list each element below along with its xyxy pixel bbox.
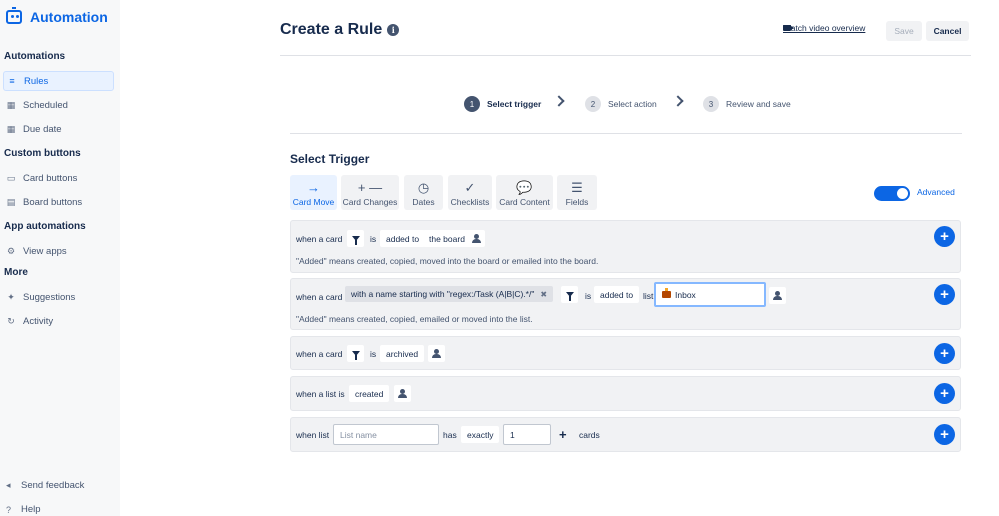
add-trigger-button[interactable]: + (934, 226, 955, 247)
rule-list-has-cards[interactable]: when list List name has exactly 1 + card… (290, 417, 961, 452)
plus-minus-icon: + — (357, 180, 383, 195)
send-feedback-link[interactable]: ◂ Send feedback (6, 480, 84, 491)
refresh-icon: ↻ (7, 315, 15, 326)
rule-card-archived[interactable]: when a card is archived + (290, 336, 961, 370)
step-select-action[interactable]: 2 Select action (585, 96, 657, 112)
target-select[interactable]: the board (423, 230, 471, 247)
comment-icon: 💬 (516, 180, 533, 195)
increment-icon[interactable]: + (559, 427, 567, 442)
card-icon: ▭ (6, 172, 16, 183)
qualifier-select[interactable]: exactly (461, 426, 500, 443)
count-input[interactable]: 1 (503, 424, 551, 445)
advanced-label[interactable]: Advanced (917, 187, 955, 197)
checkmark-icon: ✓ (464, 180, 476, 195)
filter-icon (351, 351, 360, 360)
board-icon: ▤ (6, 196, 16, 207)
select-trigger-heading: Select Trigger (290, 152, 370, 166)
add-trigger-button[interactable]: + (934, 383, 955, 404)
action-select[interactable]: added to (594, 286, 640, 303)
add-trigger-button[interactable]: + (934, 284, 955, 305)
inbox-icon (662, 288, 671, 298)
sliders-icon: ≡ (9, 76, 15, 86)
sidebar-item-card-buttons[interactable]: ▭ Card buttons (3, 168, 114, 188)
sidebar: Automation Automations ≡ Rules ▦ Schedul… (0, 0, 120, 516)
page-title: Create a Rule i (280, 21, 400, 39)
clock-icon: ◷ (417, 180, 430, 195)
sidebar-item-board-buttons[interactable]: ▤ Board buttons (3, 192, 114, 212)
tab-fields[interactable]: ☰ Fields (557, 175, 597, 210)
calendar-clock-icon: ▦ (6, 123, 16, 134)
user-filter-button[interactable] (468, 230, 485, 247)
tab-card-move[interactable]: → Card Move (290, 175, 337, 210)
list-icon: ☰ (571, 180, 583, 195)
person-icon (472, 234, 481, 243)
chevron-right-icon (672, 95, 684, 107)
list-select[interactable]: Inbox (654, 282, 766, 307)
watch-video-link[interactable]: Watch video overview (783, 23, 865, 33)
filter-icon (351, 236, 360, 245)
advanced-toggle[interactable] (874, 186, 910, 201)
tab-checklists[interactable]: ✓ Checklists (448, 175, 492, 210)
action-select[interactable]: created (349, 385, 390, 402)
rule-list-created[interactable]: when a list is created + (290, 376, 961, 411)
sidebar-item-due-date[interactable]: ▦ Due date (3, 119, 114, 139)
info-icon[interactable]: i (387, 24, 400, 36)
cancel-button[interactable]: Cancel (926, 21, 969, 41)
section-automations: Automations (4, 51, 66, 62)
sidebar-item-suggestions[interactable]: ✦ Suggestions (3, 287, 114, 307)
sparkle-icon: ✦ (7, 291, 15, 302)
gear-icon: ⚙ (6, 245, 16, 256)
action-select[interactable]: archived (380, 345, 425, 362)
megaphone-icon: ◂ (6, 480, 11, 490)
step-review-and-save[interactable]: 3 Review and save (703, 96, 791, 112)
header-divider (280, 55, 971, 56)
calendar-icon: ▦ (6, 99, 16, 110)
section-custom-buttons: Custom buttons (4, 148, 81, 159)
tab-dates[interactable]: ◷ Dates (404, 175, 443, 210)
help-link[interactable]: ? Help (6, 504, 41, 515)
user-filter-button[interactable] (428, 345, 445, 362)
app-title: Automation (30, 9, 108, 25)
person-icon (432, 349, 441, 358)
add-trigger-button[interactable]: + (934, 424, 955, 445)
filter-button[interactable] (561, 286, 578, 303)
add-trigger-button[interactable]: + (934, 343, 955, 364)
tab-card-changes[interactable]: + — Card Changes (341, 175, 399, 210)
brand[interactable]: Automation (6, 7, 108, 25)
user-filter-button[interactable] (769, 287, 786, 304)
robot-icon (6, 7, 22, 24)
user-filter-button[interactable] (394, 385, 411, 402)
section-app-automations: App automations (4, 221, 86, 232)
arrow-right-icon: → (307, 180, 320, 195)
filter-icon (565, 292, 574, 301)
app: Automation Automations ≡ Rules ▦ Schedul… (0, 0, 999, 516)
rule-card-added-to-board[interactable]: when a card is added to the board + "Add… (290, 220, 961, 273)
save-button[interactable]: Save (886, 21, 922, 41)
section-more: More (4, 267, 28, 278)
filter-button[interactable] (347, 345, 364, 362)
sidebar-item-activity[interactable]: ↻ Activity (3, 311, 114, 331)
stepper-divider (290, 133, 962, 134)
filter-button[interactable] (347, 230, 364, 247)
name-filter-chip[interactable]: with a name starting with "regex:/Task (… (345, 286, 554, 302)
action-select[interactable]: added to (380, 230, 426, 247)
sidebar-item-rules[interactable]: ≡ Rules (3, 71, 114, 91)
chevron-right-icon (553, 95, 565, 107)
step-select-trigger[interactable]: 1 Select trigger (464, 96, 541, 112)
tab-card-content[interactable]: 💬 Card Content (496, 175, 553, 210)
person-icon (773, 291, 782, 300)
rule-card-added-to-list[interactable]: when a card with a name starting with "r… (290, 278, 961, 330)
person-icon (398, 389, 407, 398)
close-icon[interactable]: ✖ (540, 290, 547, 299)
sidebar-item-view-apps[interactable]: ⚙ View apps (3, 241, 114, 261)
sidebar-item-scheduled[interactable]: ▦ Scheduled (3, 95, 114, 115)
question-icon: ? (6, 504, 12, 515)
list-name-input[interactable]: List name (333, 424, 439, 445)
